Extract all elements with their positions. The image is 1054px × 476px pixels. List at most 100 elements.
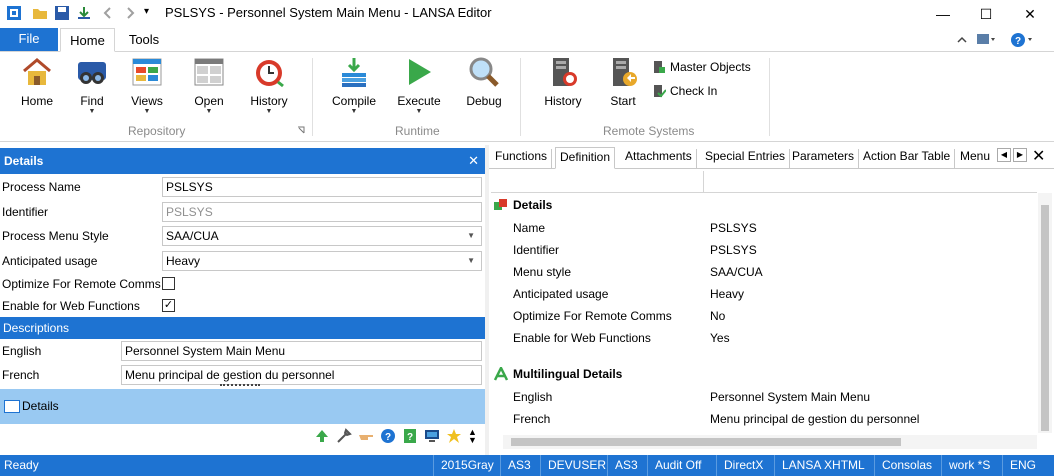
- up-arrow-icon[interactable]: [314, 428, 330, 444]
- scrollbar-thumb[interactable]: [1041, 205, 1049, 431]
- master-objects-icon: [654, 61, 665, 73]
- optimize-checkbox[interactable]: [162, 277, 175, 290]
- vertical-scrollbar[interactable]: [1038, 193, 1052, 433]
- status-system[interactable]: AS3: [500, 455, 538, 476]
- layout-icon[interactable]: [976, 32, 996, 48]
- tab-home[interactable]: Home: [60, 28, 115, 52]
- status-renderer[interactable]: DirectX: [716, 455, 770, 476]
- svg-text:?: ?: [385, 432, 391, 443]
- compile-button[interactable]: Compile ▼: [326, 56, 382, 116]
- collapse-ribbon-icon[interactable]: [956, 34, 968, 46]
- status-framework[interactable]: LANSA XHTML: [774, 455, 872, 476]
- check-in-button[interactable]: Check In: [652, 84, 717, 98]
- usage-select[interactable]: Heavy ▼: [162, 251, 482, 271]
- server-start-icon: [613, 58, 637, 86]
- title-bar: ▾ PSLSYS - Personnel System Main Menu - …: [0, 0, 1054, 28]
- close-pane-icon[interactable]: ✕: [468, 148, 479, 174]
- debug-button[interactable]: Debug: [456, 56, 512, 108]
- tab-action-bar-table[interactable]: Action Bar Table: [859, 149, 956, 169]
- dialog-launcher-icon[interactable]: [297, 126, 305, 134]
- binoculars-icon: [78, 62, 106, 84]
- download-icon[interactable]: [76, 5, 92, 21]
- horizontal-scrollbar[interactable]: [503, 435, 1037, 449]
- find-button[interactable]: Find ▼: [64, 56, 120, 116]
- find-label: Find: [80, 94, 104, 108]
- svg-text:?: ?: [407, 432, 413, 443]
- tab-parameters[interactable]: Parameters: [788, 149, 860, 169]
- column-divider[interactable]: [703, 171, 704, 193]
- menu-style-select[interactable]: SAA/CUA ▼: [162, 226, 482, 246]
- prop-value: Yes: [710, 331, 730, 345]
- close-window-button[interactable]: ✕: [1015, 4, 1045, 24]
- status-theme[interactable]: 2015Gray: [433, 455, 501, 476]
- server-history-icon: [553, 58, 577, 86]
- more-options-icon[interactable]: ▲ ▼: [468, 428, 484, 445]
- remote-history-button[interactable]: History: [535, 56, 591, 108]
- open-button[interactable]: Open ▼: [181, 56, 237, 116]
- tools-icon[interactable]: [336, 428, 352, 444]
- back-arrow-icon[interactable]: [100, 5, 116, 21]
- star-icon[interactable]: [446, 428, 462, 444]
- tab-attachments[interactable]: Attachments: [621, 149, 697, 169]
- status-language[interactable]: ENG: [1002, 455, 1043, 476]
- pointing-hand-icon[interactable]: [358, 428, 374, 444]
- tab-tools[interactable]: Tools: [118, 28, 170, 52]
- tab-scroll-right-icon[interactable]: ▶: [1013, 148, 1027, 162]
- scrollbar-thumb[interactable]: [511, 438, 901, 446]
- french-description-input[interactable]: Menu principal de gestion du personnel: [121, 365, 482, 385]
- maximize-button[interactable]: ☐: [971, 4, 1001, 24]
- grid-column-header: [491, 171, 1037, 193]
- tab-scroll-left-icon[interactable]: ◀: [997, 148, 1011, 162]
- prop-value: SAA/CUA: [710, 265, 763, 279]
- status-task[interactable]: work *S: [941, 455, 997, 476]
- prop-value: Menu principal de gestion du personnel: [710, 412, 920, 426]
- minimize-button[interactable]: —: [928, 4, 958, 24]
- open-folder-icon[interactable]: [32, 5, 48, 21]
- start-button[interactable]: Start: [595, 56, 651, 108]
- history-button[interactable]: History ▼: [241, 56, 297, 116]
- details-pane-header: Details ✕: [0, 148, 485, 174]
- tab-special-entries[interactable]: Special Entries: [701, 149, 791, 169]
- tab-file[interactable]: File: [0, 28, 58, 51]
- forward-arrow-icon[interactable]: [122, 5, 138, 21]
- window-title: PSLSYS - Personnel System Main Menu - LA…: [165, 5, 492, 20]
- status-font[interactable]: Consolas: [874, 455, 939, 476]
- ribbon-tab-bar: File Home Tools ?: [0, 28, 1054, 52]
- details-section-icon: [494, 199, 507, 210]
- prop-key: English: [513, 390, 553, 404]
- save-icon[interactable]: [54, 5, 70, 21]
- group-repository-label: Repository: [128, 124, 186, 138]
- monitor-icon[interactable]: [424, 428, 440, 444]
- prop-key: French: [513, 412, 551, 426]
- open-panels-icon: [194, 58, 224, 86]
- usage-value: Heavy: [166, 254, 201, 268]
- master-objects-button[interactable]: Master Objects: [652, 60, 751, 74]
- prop-row: Identifier PSLSYS: [513, 243, 1033, 265]
- home-button[interactable]: Home: [9, 56, 65, 108]
- english-description-input[interactable]: Personnel System Main Menu: [121, 341, 482, 361]
- help-icon[interactable]: ?: [1010, 32, 1034, 48]
- help-circle-icon[interactable]: ?: [380, 428, 396, 444]
- tab-menu[interactable]: Menu: [956, 149, 994, 169]
- views-button[interactable]: Views ▼: [119, 56, 175, 116]
- resize-grip[interactable]: [220, 384, 260, 388]
- web-functions-checkbox[interactable]: ✓: [162, 299, 175, 312]
- details-tab-bar[interactable]: Details: [0, 389, 485, 424]
- tab-functions[interactable]: Functions: [491, 149, 553, 169]
- details-pane-title: Details: [4, 154, 44, 168]
- status-audit[interactable]: Audit Off: [647, 455, 708, 476]
- document-help-icon[interactable]: ?: [402, 428, 418, 444]
- close-editor-icon[interactable]: ✕: [1032, 146, 1045, 166]
- execute-button[interactable]: Execute ▼: [391, 56, 447, 116]
- customize-qat-icon[interactable]: ▾: [144, 6, 160, 22]
- definition-pane: Functions Definition Attachments Special…: [489, 145, 1054, 455]
- status-user[interactable]: DEVUSER: [540, 455, 613, 476]
- debug-label: Debug: [466, 94, 502, 108]
- views-label: Views: [131, 94, 163, 108]
- menu-style-value: SAA/CUA: [166, 229, 219, 243]
- prop-value: PSLSYS: [710, 243, 757, 257]
- status-server[interactable]: AS3: [607, 455, 645, 476]
- tab-definition[interactable]: Definition: [555, 147, 616, 169]
- editor-tab-strip: Functions Definition Attachments Special…: [489, 145, 1054, 169]
- process-name-input[interactable]: PSLSYS: [162, 177, 482, 197]
